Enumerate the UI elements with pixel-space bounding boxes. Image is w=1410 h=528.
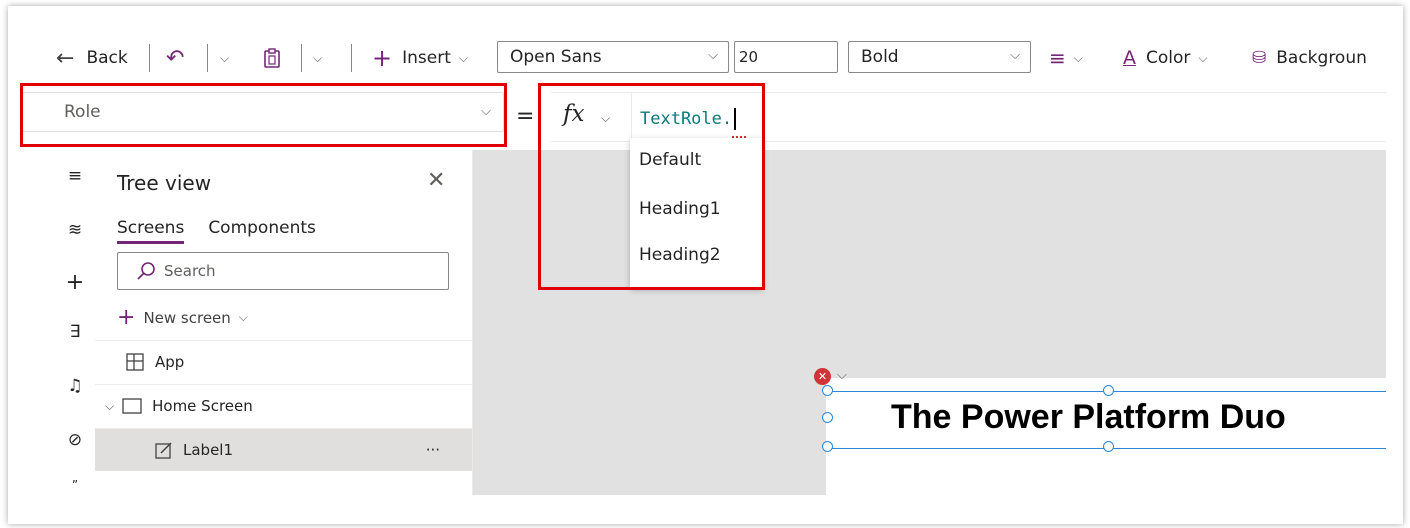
font-weight-value: Bold <box>861 47 899 67</box>
text-align-button[interactable]: ≡ ⌵ <box>1049 44 1083 72</box>
chevron-down-icon: ⌵ <box>1010 48 1020 63</box>
tab-screens[interactable]: Screens <box>117 218 185 244</box>
tools-icon[interactable]: ⊘ <box>57 430 93 450</box>
new-screen-button[interactable]: + New screen ⌵ <box>117 305 248 330</box>
chevron-down-icon: ⌵ <box>708 48 718 63</box>
highlight-box-property <box>20 83 507 147</box>
search-input[interactable]: Search <box>117 252 449 290</box>
resize-handle[interactable] <box>1103 441 1114 452</box>
undo-menu-button[interactable]: ⌵ <box>220 44 229 72</box>
color-label: Color <box>1146 48 1191 68</box>
font-family-value: Open Sans <box>510 47 602 67</box>
tree-item-label: Home Screen <box>152 397 253 415</box>
paint-bucket-icon: ⛁ <box>1252 48 1267 68</box>
font-weight-dropdown[interactable]: Bold ⌵ <box>848 41 1031 73</box>
label-edit-icon <box>155 442 172 459</box>
command-ribbon: ← Back ↶ ⌵ ⌵ + Insert ⌵ Open Sans ⌵ 20 B… <box>8 6 1403 86</box>
equals-sign: = <box>516 104 535 129</box>
chevron-down-icon[interactable]: ⌵ <box>837 368 847 383</box>
plus-icon: + <box>117 305 136 330</box>
background-button[interactable]: ⛁ Backgroun <box>1252 44 1367 72</box>
tree-item-home-screen[interactable]: ⌵ Home Screen <box>95 384 472 427</box>
undo-button[interactable]: ↶ <box>166 44 184 72</box>
insert-icon[interactable]: + <box>57 270 93 295</box>
chevron-down-icon[interactable]: ⌵ <box>105 399 114 414</box>
plus-icon: + <box>372 44 393 72</box>
paste-menu-button[interactable]: ⌵ <box>313 44 322 72</box>
chevron-down-icon: ⌵ <box>1073 50 1083 65</box>
chevron-down-icon: ⌵ <box>458 50 468 65</box>
data-icon[interactable]: ∃ <box>57 322 93 342</box>
divider <box>149 44 150 72</box>
highlight-box-formula <box>538 83 765 290</box>
font-color-icon: A <box>1123 47 1136 69</box>
divider <box>351 44 352 72</box>
font-family-dropdown[interactable]: Open Sans ⌵ <box>497 41 729 73</box>
font-size-input[interactable]: 20 <box>734 41 838 73</box>
back-arrow-icon: ← <box>56 45 75 71</box>
back-label: Back <box>86 48 128 68</box>
media-icon[interactable]: ♫ <box>57 376 93 396</box>
search-placeholder: Search <box>164 262 216 280</box>
search-icon <box>137 262 155 280</box>
close-icon[interactable]: ✕ <box>427 168 445 193</box>
app-window: ← Back ↶ ⌵ ⌵ + Insert ⌵ Open Sans ⌵ 20 B… <box>8 6 1403 524</box>
variables-icon[interactable]: ” <box>57 478 93 492</box>
tree-tabs: Screens Components <box>117 218 316 244</box>
layers-icon[interactable]: ≋ <box>57 220 93 240</box>
canvas-label-text[interactable]: The Power Platform Duo <box>891 398 1286 437</box>
back-button[interactable]: ← Back <box>56 44 128 72</box>
tree-item-label1[interactable]: Label1 ··· <box>95 428 472 471</box>
tree-item-label: Label1 <box>183 441 234 459</box>
resize-handle[interactable] <box>822 441 833 452</box>
error-icon[interactable]: ✕ <box>814 368 831 385</box>
clipboard-icon <box>264 48 280 68</box>
color-button[interactable]: A Color ⌵ <box>1123 44 1208 72</box>
left-rail: ≡ ≋ + ∃ ♫ ⊘ ” <box>57 150 93 495</box>
align-icon: ≡ <box>1049 46 1066 70</box>
panel-title: Tree view <box>117 171 212 195</box>
chevron-down-icon: ⌵ <box>1198 50 1208 65</box>
resize-handle[interactable] <box>822 412 833 423</box>
insert-label: Insert <box>402 48 451 68</box>
divider <box>207 44 208 72</box>
divider <box>301 44 302 72</box>
chevron-down-icon: ⌵ <box>238 310 248 324</box>
more-options-icon[interactable]: ··· <box>426 441 440 459</box>
tree-item-app[interactable]: App <box>95 340 472 383</box>
resize-handle[interactable] <box>822 385 833 396</box>
tree-item-label: App <box>155 353 185 371</box>
chevron-down-icon: ⌵ <box>313 50 323 65</box>
app-icon <box>126 353 144 371</box>
resize-handle[interactable] <box>1103 385 1114 396</box>
undo-icon: ↶ <box>166 45 185 71</box>
hamburger-icon[interactable]: ≡ <box>57 166 93 186</box>
tree-view-panel: Tree view ✕ Screens Components Search + … <box>95 150 473 495</box>
paste-button[interactable] <box>264 44 280 72</box>
tab-components[interactable]: Components <box>208 218 316 244</box>
screen-icon <box>122 398 142 414</box>
insert-button[interactable]: + Insert ⌵ <box>372 44 468 72</box>
font-size-value: 20 <box>739 48 759 66</box>
background-label: Backgroun <box>1276 48 1367 68</box>
chevron-down-icon: ⌵ <box>220 50 230 65</box>
new-screen-label: New screen <box>143 308 231 327</box>
